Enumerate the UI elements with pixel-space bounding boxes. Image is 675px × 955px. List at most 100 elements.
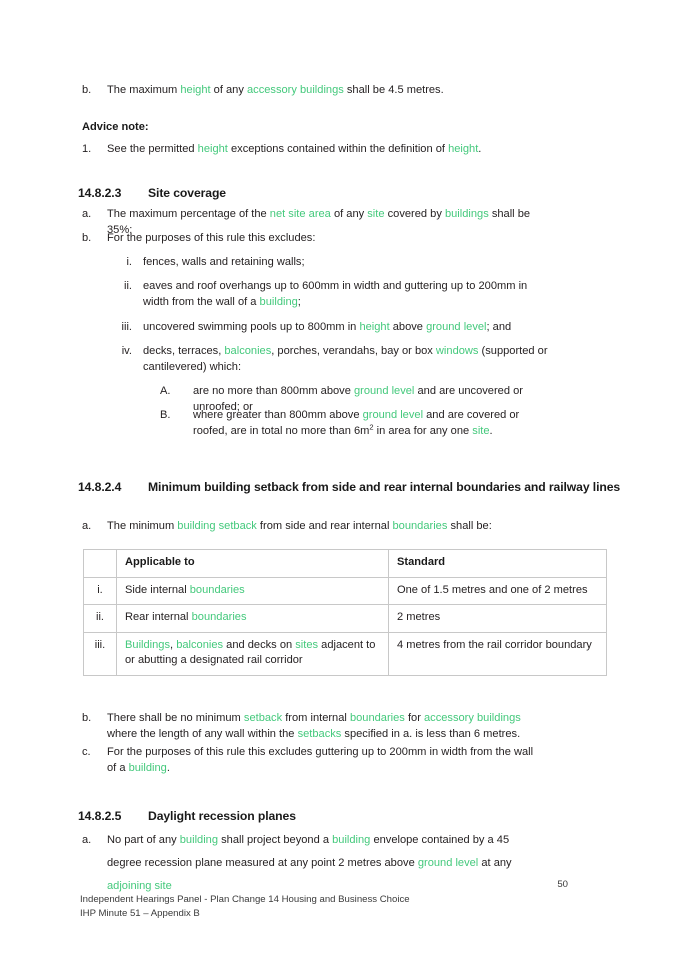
table-row: iii. Buildings, balconies and decks on s… xyxy=(83,631,607,676)
heading-14-8-2-4: 14.8.2.4 Minimum building setback from s… xyxy=(78,479,653,496)
list-marker: i. xyxy=(126,256,132,268)
table-header-num xyxy=(83,549,117,578)
clause-text: For the purposes of this rule this exclu… xyxy=(107,744,543,777)
link-site[interactable]: site xyxy=(367,208,384,220)
row-applicable-to: Buildings, balconies and decks on sites … xyxy=(116,631,389,676)
text-run: The maximum percentage of the xyxy=(107,208,270,220)
link-boundaries[interactable]: boundaries xyxy=(350,712,405,724)
table-header-applicable-to: Applicable to xyxy=(116,549,389,578)
setback-standards-table: Applicable to Standard i. Side internal … xyxy=(83,549,607,676)
link-boundaries[interactable]: boundaries xyxy=(393,520,448,532)
text-run: . xyxy=(166,762,170,775)
clause-text: For the purposes of this rule this exclu… xyxy=(107,232,316,244)
clause-14-8-2-4-c: c. For the purposes of this rule this ex… xyxy=(82,744,543,777)
text-run: where greater than 800mm above xyxy=(193,409,363,421)
link-net-site-area[interactable]: net site area xyxy=(270,208,331,220)
heading-14-8-2-3: 14.8.2.3 Site coverage xyxy=(78,185,648,202)
link-ground-level[interactable]: ground level xyxy=(418,857,478,869)
text-run: The maximum xyxy=(107,84,181,96)
row-standard: 2 metres xyxy=(388,604,607,633)
text-run: ; and xyxy=(486,321,512,333)
clause-14-8-2-3-b: b. For the purposes of this rule this ex… xyxy=(82,230,543,246)
link-height[interactable]: height xyxy=(448,143,478,155)
text-run: where the length of any wall within the xyxy=(107,728,298,741)
link-setbacks[interactable]: setbacks xyxy=(298,728,342,740)
list-marker: 1. xyxy=(82,143,92,155)
link-building[interactable]: building xyxy=(260,296,298,308)
link-buildings[interactable]: Buildings xyxy=(125,639,170,651)
text-run: at any xyxy=(478,857,512,869)
row-standard: One of 1.5 metres and one of 2 metres xyxy=(388,576,607,606)
link-balconies[interactable]: balconies xyxy=(176,639,223,651)
list-marker: iii. xyxy=(121,321,132,333)
text-run: See the permitted xyxy=(107,143,198,155)
footer-text: Independent Hearings Panel - Plan Change… xyxy=(80,893,500,920)
text-run: of any xyxy=(210,84,247,96)
text-run: in area for any one xyxy=(373,425,473,438)
link-ground-level[interactable]: ground level xyxy=(426,321,486,333)
link-building[interactable]: building xyxy=(180,834,218,846)
clause-14-8-2-3-b-iv-B: B. where greater than 800mm above ground… xyxy=(160,407,551,440)
link-building[interactable]: building xyxy=(332,834,370,846)
text-run: Side internal xyxy=(125,583,190,596)
link-site[interactable]: site xyxy=(472,425,489,437)
link-accessory-buildings[interactable]: accessory buildings xyxy=(424,712,521,724)
text-run: The minimum xyxy=(107,520,178,532)
text-run: uncovered swimming pools up to 800mm in xyxy=(143,321,360,333)
advice-note-item-1: 1. See the permitted height exceptions c… xyxy=(82,141,543,157)
clause-14-8-2-4-a: a. The minimum building setback from sid… xyxy=(82,518,543,534)
clause-text: where greater than 800mm above ground le… xyxy=(193,407,551,440)
text-run: . xyxy=(478,143,482,155)
link-ground-level[interactable]: ground level xyxy=(363,409,423,421)
link-height[interactable]: height xyxy=(198,143,228,155)
list-marker: ii. xyxy=(123,280,132,292)
link-balconies[interactable]: balconies xyxy=(224,345,271,357)
link-setback[interactable]: setback xyxy=(244,712,282,724)
link-boundaries[interactable]: boundaries xyxy=(192,611,247,623)
list-marker: B. xyxy=(160,409,171,421)
list-marker: iv. xyxy=(121,345,132,357)
text-run: eaves and roof overhangs up to 600mm in … xyxy=(143,280,528,309)
text-run: shall project beyond a xyxy=(218,834,333,846)
advice-note-item-1-text: See the permitted height exceptions cont… xyxy=(107,141,543,157)
heading-number: 14.8.2.3 xyxy=(78,186,122,200)
text-run: above xyxy=(389,321,427,333)
text-run: . xyxy=(489,425,493,438)
link-height[interactable]: height xyxy=(359,321,389,333)
clause-14-8-2-3-b-iv: iv. decks, terraces, balconies, porches,… xyxy=(112,343,549,376)
heading-14-8-2-5: 14.8.2.5 Daylight recession planes xyxy=(78,808,648,825)
link-sites[interactable]: sites xyxy=(295,639,318,651)
advice-note-label: Advice note: xyxy=(82,121,149,133)
link-building[interactable]: building xyxy=(129,762,167,774)
text-run: shall be 4.5 metres. xyxy=(343,84,444,96)
link-height[interactable]: height xyxy=(180,84,210,96)
text-run: decks, terraces, xyxy=(143,345,225,357)
table-header-standard: Standard xyxy=(388,549,607,578)
text-run: Rear internal xyxy=(125,611,192,624)
footer-line-2: IHP Minute 51 – Appendix B xyxy=(80,907,200,919)
row-marker: iii. xyxy=(83,631,117,676)
heading-number: 14.8.2.5 xyxy=(78,809,122,823)
clause-14-8-2-3-b-i: i. fences, walls and retaining walls; xyxy=(112,254,549,270)
text-run: For the purposes of this rule this exclu… xyxy=(107,746,534,775)
row-standard: 4 metres from the rail corridor boundary xyxy=(388,631,607,676)
text-run: , porches, verandahs, bay or box xyxy=(271,345,436,357)
link-boundaries[interactable]: boundaries xyxy=(190,584,245,596)
clause-text: The minimum building setback from side a… xyxy=(107,518,543,534)
clause-text: There shall be no minimum setback from i… xyxy=(107,710,543,743)
document-page: b. The maximum height of any accessory b… xyxy=(0,0,675,955)
clause-b-top-text: The maximum height of any accessory buil… xyxy=(107,82,543,98)
link-ground-level[interactable]: ground level xyxy=(354,385,414,397)
text-run: exceptions contained within the definiti… xyxy=(227,143,449,155)
heading-title: Minimum building setback from side and r… xyxy=(148,480,621,494)
list-marker: a. xyxy=(82,208,92,220)
row-marker: i. xyxy=(83,576,117,606)
row-applicable-to: Side internal boundaries xyxy=(116,576,389,606)
heading-title: Site coverage xyxy=(148,186,226,200)
link-windows[interactable]: windows xyxy=(436,345,479,357)
heading-title: Daylight recession planes xyxy=(148,809,296,823)
link-buildings[interactable]: buildings xyxy=(445,208,489,220)
link-accessory-buildings[interactable]: accessory buildings xyxy=(247,84,344,96)
text-run: and decks on xyxy=(223,638,296,651)
link-building-setback[interactable]: building setback xyxy=(177,520,257,532)
